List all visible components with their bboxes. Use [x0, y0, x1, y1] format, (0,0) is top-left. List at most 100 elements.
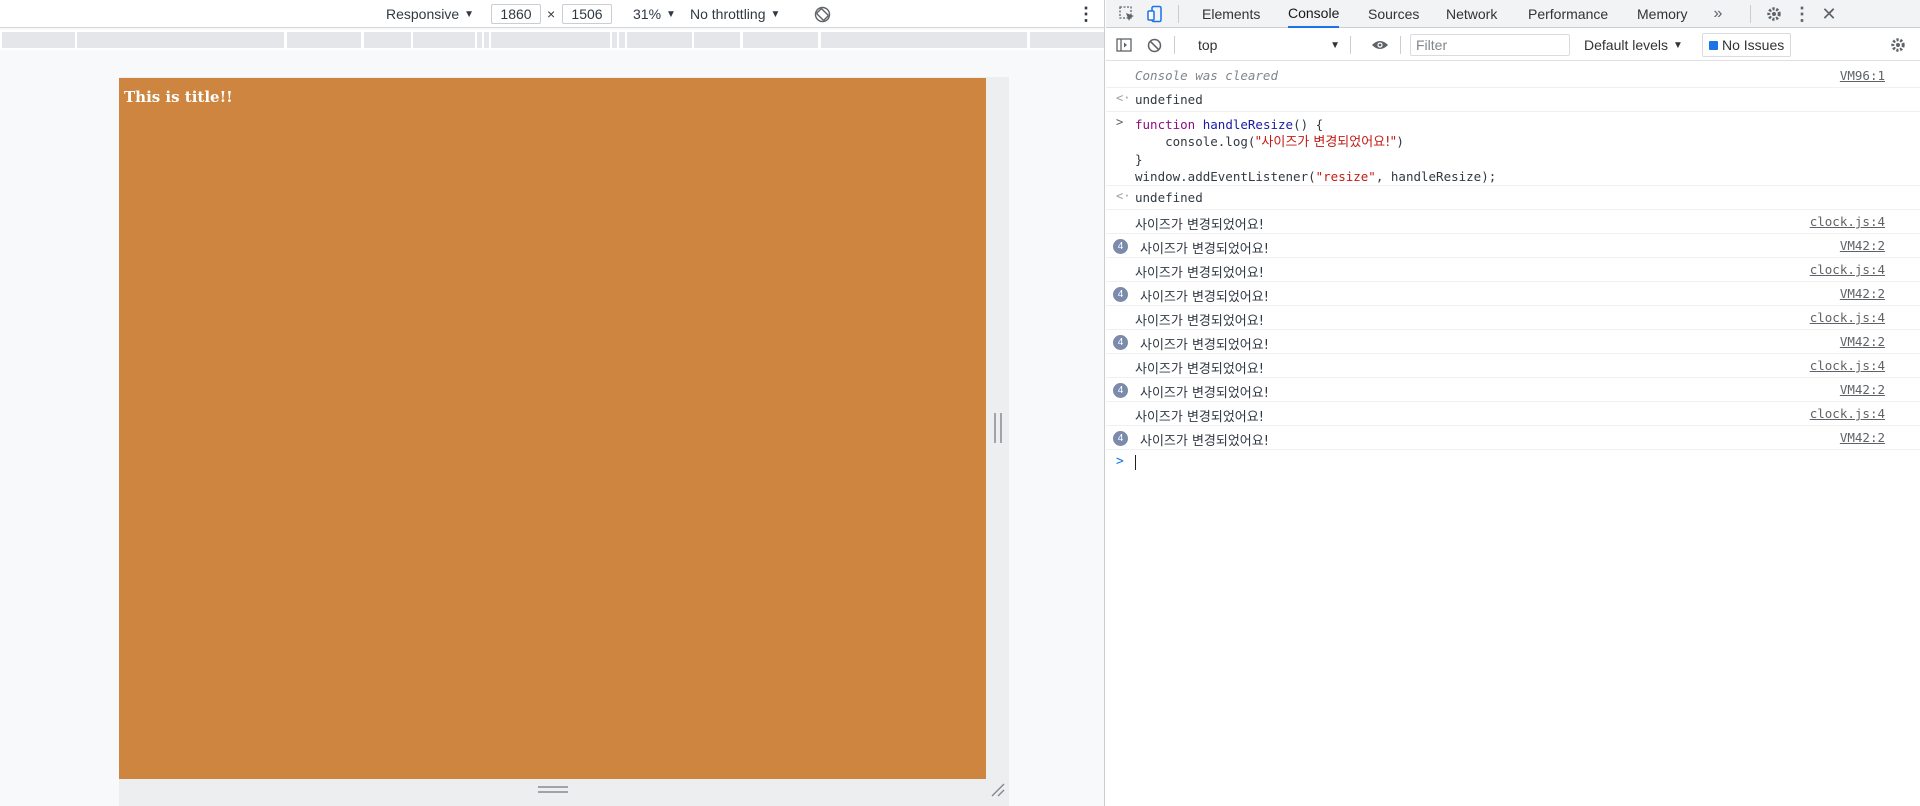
code-function-name: handleResize [1202, 117, 1294, 132]
media-query-segment[interactable] [484, 32, 489, 48]
repeat-count-badge: 4 [1113, 431, 1128, 446]
code-text: ) [1396, 134, 1404, 149]
console-log-entry: 사이즈가 변경되었어요! clock.js:4 [1106, 210, 1920, 234]
issues-button[interactable]: No Issues [1702, 33, 1792, 57]
console-log-entry: 4 사이즈가 변경되었어요! VM42:2 [1106, 330, 1920, 354]
source-link[interactable]: VM42:2 [1840, 430, 1885, 445]
media-query-segment[interactable] [477, 32, 482, 48]
console-log-entry: 사이즈가 변경되었어요! clock.js:4 [1106, 258, 1920, 282]
source-link[interactable]: VM42:2 [1840, 286, 1885, 301]
chevron-down-icon: ▼ [770, 8, 781, 20]
input-chevron-icon: > [1116, 115, 1124, 129]
console-log-entry: 4 사이즈가 변경되었어요! VM42:2 [1106, 282, 1920, 306]
tab-network[interactable]: Network [1446, 0, 1497, 28]
emulated-page[interactable]: This is title!! [119, 78, 986, 779]
toolbar-divider [1400, 36, 1401, 54]
zoom-select[interactable]: 31% ▼ [633, 0, 676, 28]
customize-menu-icon[interactable]: ⋮ [1792, 0, 1812, 28]
issues-flag-icon [1709, 40, 1718, 50]
log-text: 사이즈가 변경되었어요! [1135, 314, 1264, 329]
tab-sources[interactable]: Sources [1368, 0, 1419, 28]
source-link[interactable]: clock.js:4 [1810, 310, 1885, 325]
media-query-segment[interactable] [743, 32, 818, 48]
rotate-icon[interactable] [814, 0, 831, 28]
clear-console-icon[interactable] [1142, 29, 1166, 61]
live-expression-eye-icon[interactable] [1368, 29, 1392, 61]
media-query-segment[interactable] [491, 32, 610, 48]
code-text: window.addEventListener( [1135, 169, 1316, 184]
console-settings-gear-icon[interactable] [1886, 29, 1910, 61]
console-message: Console was cleared VM96:1 [1106, 64, 1920, 88]
page-title: This is title!! [124, 88, 233, 106]
device-toggle-icon[interactable] [1142, 0, 1168, 28]
source-link[interactable]: VM42:2 [1840, 238, 1885, 253]
devtools-panel: Elements Console Sources Network Perform… [1106, 0, 1920, 806]
media-query-segment[interactable] [287, 32, 361, 48]
result-value: undefined [1135, 190, 1203, 205]
log-text: 사이즈가 변경되었어요! [1140, 386, 1269, 401]
code-string: "사이즈가 변경되었어요!" [1255, 135, 1397, 150]
media-query-bar[interactable] [0, 30, 1104, 50]
throttling-label: No throttling [690, 6, 766, 22]
source-link[interactable]: clock.js:4 [1810, 358, 1885, 373]
console-output: Console was cleared VM96:1 <· undefined … [1106, 64, 1920, 476]
log-text: 사이즈가 변경되었어요! [1135, 410, 1264, 425]
media-query-segment[interactable] [364, 32, 411, 48]
inspect-element-icon[interactable] [1114, 0, 1140, 28]
chevron-down-icon: ▼ [1330, 39, 1340, 51]
context-select[interactable]: top ▼ [1190, 33, 1340, 57]
code-text: console.log( [1135, 134, 1256, 149]
tab-elements[interactable]: Elements [1202, 0, 1260, 28]
media-query-segment[interactable] [627, 32, 692, 48]
sidebar-toggle-icon[interactable] [1112, 29, 1136, 61]
source-link[interactable]: clock.js:4 [1810, 262, 1885, 277]
tab-console[interactable]: Console [1288, 0, 1340, 28]
source-link[interactable]: clock.js:4 [1810, 406, 1885, 421]
log-text: 사이즈가 변경되었어요! [1135, 266, 1264, 281]
media-query-segment[interactable] [77, 32, 284, 48]
resize-corner-icon[interactable] [988, 780, 1006, 798]
result-value: undefined [1135, 92, 1203, 107]
more-tabs-icon[interactable]: » [1708, 0, 1728, 28]
filter-input[interactable]: Filter [1410, 34, 1570, 56]
context-label: top [1198, 37, 1218, 53]
zoom-label: 31% [633, 6, 662, 22]
resize-handle-bottom[interactable] [538, 786, 568, 793]
code-string: "resize" [1315, 169, 1376, 184]
toolbar-divider [1174, 36, 1175, 54]
repeat-count-badge: 4 [1113, 335, 1128, 350]
resize-handle-right[interactable] [994, 413, 1002, 443]
source-link[interactable]: VM42:2 [1840, 334, 1885, 349]
throttling-select[interactable]: No throttling ▼ [690, 0, 780, 28]
device-toolbar: Responsive ▼ 1860 × 1506 31% ▼ No thrott… [0, 0, 1104, 28]
media-query-segment[interactable] [694, 32, 740, 48]
media-query-segment[interactable] [2, 32, 75, 48]
tab-memory[interactable]: Memory [1637, 0, 1688, 28]
repeat-count-badge: 4 [1113, 239, 1128, 254]
source-link[interactable]: clock.js:4 [1810, 214, 1885, 229]
source-link[interactable]: VM96:1 [1840, 68, 1885, 83]
chevron-down-icon: ▼ [464, 8, 475, 20]
media-query-segment[interactable] [612, 32, 617, 48]
settings-gear-icon[interactable] [1762, 0, 1786, 28]
height-input[interactable]: 1506 [562, 4, 612, 24]
code-block: function handleResize() { console.log("사… [1135, 116, 1496, 185]
log-text: 사이즈가 변경되었어요! [1140, 434, 1269, 449]
more-options-icon[interactable]: ⋮ [1077, 0, 1095, 28]
devtools-tabbar: Elements Console Sources Network Perform… [1106, 0, 1920, 28]
media-query-segment[interactable] [619, 32, 625, 48]
log-text: 사이즈가 변경되었어요! [1140, 290, 1269, 305]
source-link[interactable]: VM42:2 [1840, 382, 1885, 397]
media-query-segment[interactable] [413, 32, 475, 48]
tab-performance[interactable]: Performance [1528, 0, 1608, 28]
console-prompt[interactable]: > [1106, 450, 1920, 476]
log-text: 사이즈가 변경되었어요! [1140, 242, 1269, 257]
close-icon[interactable]: ✕ [1818, 0, 1840, 28]
media-query-segment[interactable] [821, 32, 1027, 48]
media-query-segment[interactable] [1030, 32, 1104, 48]
issues-label: No Issues [1722, 37, 1785, 53]
log-levels-select[interactable]: Default levels ▼ [1584, 33, 1683, 57]
device-select[interactable]: Responsive ▼ [386, 0, 474, 28]
prompt-chevron-icon: > [1116, 454, 1124, 469]
width-input[interactable]: 1860 [491, 4, 541, 24]
